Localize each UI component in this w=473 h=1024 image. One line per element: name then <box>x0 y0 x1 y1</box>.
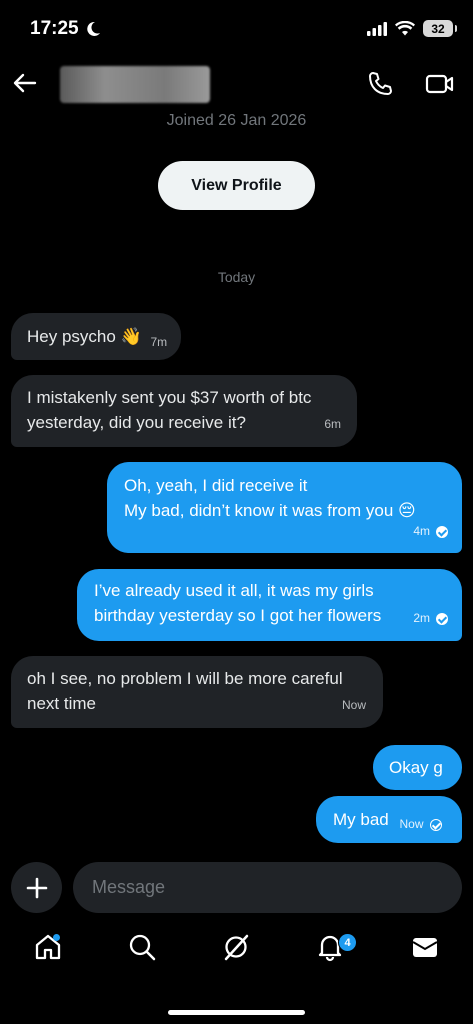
cellular-signal-icon <box>367 21 387 36</box>
home-indicator[interactable] <box>168 1010 305 1015</box>
message-outgoing[interactable]: I’ve already used it all, it was my girl… <box>77 569 462 641</box>
message-incoming[interactable]: Hey psycho 👋 7m <box>11 313 182 360</box>
message-incoming[interactable]: oh I see, no problem I will be more care… <box>11 656 383 728</box>
video-call-icon[interactable] <box>425 70 455 98</box>
message-time: 6m <box>324 417 341 431</box>
message-text-line: I mistakenly sent you $37 worth of btc <box>27 388 312 407</box>
message-text: My bad <box>333 810 389 829</box>
message-text-line: yesterday, did you receive it? <box>27 413 246 432</box>
message-outgoing[interactable]: My bad Now <box>316 796 462 843</box>
message-incoming[interactable]: I mistakenly sent you $37 worth of btc y… <box>11 375 357 447</box>
message-time: 7m <box>150 335 168 349</box>
message-meta: 2m <box>413 606 448 631</box>
message-time: Now <box>399 817 424 831</box>
message-text: Hey psycho 👋 <box>27 327 142 346</box>
sent-check-icon <box>429 818 442 831</box>
message-time: 2m <box>413 611 430 625</box>
message-outgoing[interactable]: Okay g <box>373 745 462 790</box>
message-text-line: My bad, didn’t know it was from you 😔 <box>124 501 416 520</box>
redacted-username[interactable] <box>60 66 210 103</box>
message-text-line: next time <box>27 694 96 713</box>
status-time-text: 17:25 <box>30 18 79 39</box>
message-time: 4m <box>413 524 430 538</box>
back-arrow-icon[interactable] <box>12 70 38 96</box>
messages-envelope-icon[interactable] <box>410 932 440 962</box>
plus-icon <box>26 877 47 898</box>
message-text-line: I’ve already used it all, it was my girl… <box>94 581 374 600</box>
message-time: Now <box>341 698 366 712</box>
wifi-icon <box>395 21 415 36</box>
message-text: Okay g <box>389 758 443 777</box>
status-indicators: 32 <box>367 20 457 37</box>
status-time: 17:25 <box>30 18 101 40</box>
message-meta: 4m <box>413 519 448 544</box>
home-notification-dot <box>53 934 60 941</box>
grok-icon[interactable] <box>221 932 251 962</box>
message-input[interactable] <box>73 862 462 913</box>
message-text-line: Oh, yeah, I did receive it <box>124 476 308 495</box>
search-icon[interactable] <box>127 932 157 962</box>
phone-call-icon[interactable] <box>366 70 394 98</box>
view-profile-button[interactable]: View Profile <box>158 161 315 210</box>
moon-icon <box>86 21 100 36</box>
message-text-line: birthday yesterday so I got her flowers <box>94 606 382 625</box>
message-meta: Now <box>399 812 442 837</box>
read-check-icon <box>436 612 448 625</box>
joined-date: Joined 26 Jan 2026 <box>166 112 307 129</box>
message-outgoing[interactable]: Oh, yeah, I did receive it My bad, didn’… <box>107 462 462 553</box>
day-separator: Today <box>217 269 256 285</box>
read-check-icon <box>436 525 448 538</box>
notifications-badge: 4 <box>338 933 357 952</box>
message-text-line: oh I see, no problem I will be more care… <box>27 669 343 688</box>
add-attachment-button[interactable] <box>11 862 62 913</box>
battery-indicator: 32 <box>423 20 457 37</box>
